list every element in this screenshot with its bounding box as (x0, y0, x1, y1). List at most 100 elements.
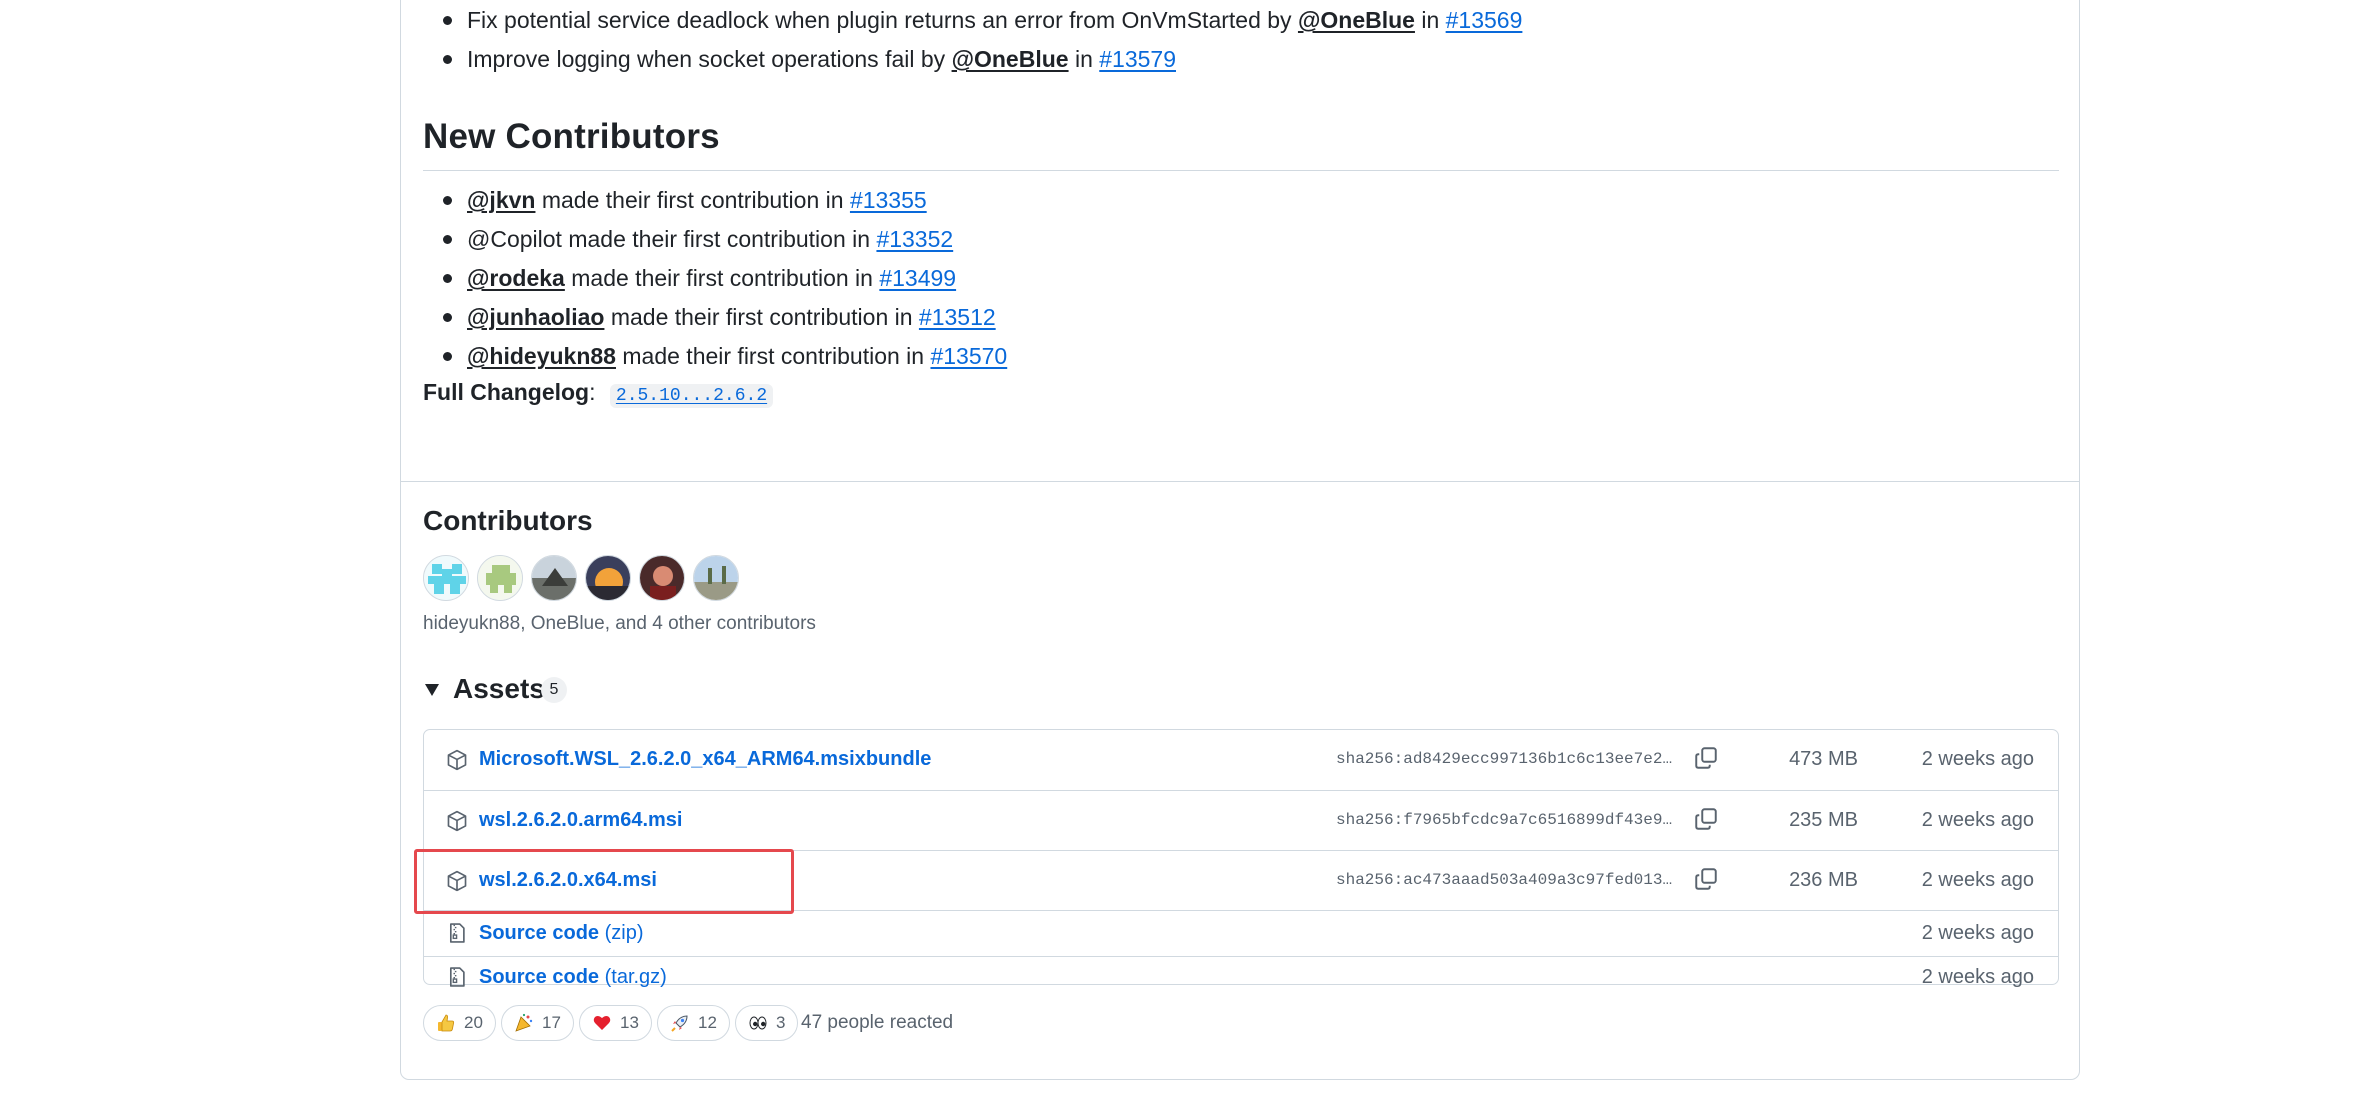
author-link[interactable]: @OneBlue (952, 46, 1069, 72)
asset-row: Source code (tar.gz) 2 weeks ago (424, 956, 2058, 989)
reaction-eyes[interactable]: 3 (735, 1005, 799, 1041)
list-item: @rodeka made their first contribution in… (423, 258, 956, 298)
author-link[interactable]: @hideyukn88 (467, 343, 616, 369)
asset-date: 2 weeks ago (1921, 922, 2034, 944)
author-link[interactable]: @junhaoliao (467, 304, 604, 330)
asset-name[interactable]: Microsoft.WSL_2.6.2.0_x64_ARM64.msixbund… (479, 748, 931, 770)
list-item: @Copilot made their first contribution i… (423, 219, 953, 259)
contributors-summary: hideyukn88, OneBlue, and 4 other contrib… (423, 613, 816, 634)
caret-down-icon[interactable] (425, 684, 439, 696)
changelog-label: Full Changelog (423, 379, 590, 405)
party-popper-icon (515, 1013, 533, 1032)
contribution-text: made their first contribution in (615, 343, 931, 369)
reaction-thumbs-up[interactable]: 20 (423, 1005, 496, 1041)
list-item: @hideyukn88 made their first contributio… (423, 336, 1007, 376)
asset-name[interactable]: Source code (479, 966, 599, 988)
contribution-text: made their first contribution in (564, 265, 880, 291)
heading-rule (423, 170, 2059, 171)
file-zip-icon (449, 967, 465, 987)
package-icon (447, 749, 467, 771)
file-zip-icon (449, 923, 465, 943)
list-item: @junhaoliao made their first contributio… (423, 297, 996, 337)
heart-icon (593, 1015, 611, 1030)
list-item: Fix potential service deadlock when plug… (423, 0, 1522, 40)
asset-suffix: (zip) (599, 922, 644, 944)
asset-row: Source code (zip) 2 weeks ago (424, 910, 2058, 956)
identicon-avatar (478, 556, 522, 600)
photo-avatar (640, 556, 684, 600)
assets-heading[interactable]: Assets (453, 673, 545, 705)
section-divider (401, 481, 2079, 482)
reaction-count: 17 (542, 1013, 561, 1032)
asset-name-link[interactable]: wsl.2.6.2.0.arm64.msi (479, 809, 682, 832)
asset-sha: sha256:ad8429ecc997136b1c6c13ee7e2b7… (1336, 750, 1676, 768)
pr-link[interactable]: #13512 (919, 304, 996, 330)
avatar[interactable] (531, 555, 577, 601)
reaction-count: 20 (464, 1013, 483, 1032)
change-text: Fix potential service deadlock when plug… (467, 7, 1298, 33)
bullet-dot (443, 352, 452, 361)
asset-name-link[interactable]: Source code (zip) (479, 922, 644, 945)
bullet-dot (443, 196, 452, 205)
reaction-heart[interactable]: 13 (579, 1005, 652, 1041)
asset-name[interactable]: wsl.2.6.2.0.x64.msi (479, 869, 657, 891)
bullet-dot (443, 274, 452, 283)
reactions-summary: 47 people reacted (801, 1012, 954, 1033)
avatar[interactable] (585, 555, 631, 601)
reaction-hooray[interactable]: 17 (501, 1005, 574, 1041)
thumbs-up-icon (438, 1014, 455, 1032)
asset-date: 2 weeks ago (1921, 809, 2034, 831)
bullet-dot (443, 235, 452, 244)
contributors-heading: Contributors (423, 505, 593, 536)
asset-date: 2 weeks ago (1921, 748, 2034, 770)
asset-name[interactable]: wsl.2.6.2.0.arm64.msi (479, 809, 682, 831)
assets-count-badge: 5 (541, 677, 567, 703)
asset-name-link[interactable]: wsl.2.6.2.0.x64.msi (479, 869, 657, 892)
changelog-compare-link[interactable]: 2.5.10...2.6.2 (609, 384, 774, 408)
pr-link[interactable]: #13499 (879, 265, 956, 291)
in-text: in (1068, 46, 1100, 72)
new-contributors-heading: New Contributors (423, 117, 720, 156)
author-link[interactable]: @jkvn (467, 187, 535, 213)
pr-link[interactable]: #13352 (876, 226, 953, 252)
copy-icon[interactable] (1694, 807, 1718, 831)
asset-row: wsl.2.6.2.0.arm64.msi sha256:f7965bfcdc9… (424, 790, 2058, 850)
list-item: @jkvn made their first contribution in #… (423, 180, 927, 220)
copy-icon[interactable] (1694, 867, 1718, 891)
photo-avatar (694, 556, 738, 600)
author-text: @Copilot (467, 226, 562, 252)
package-icon (447, 870, 467, 892)
copy-icon[interactable] (1694, 746, 1718, 770)
photo-avatar (532, 556, 576, 600)
author-link[interactable]: @OneBlue (1298, 7, 1415, 33)
full-changelog: Full Changelog: 2.5.10...2.6.2 (423, 379, 774, 408)
contribution-text: made their first contribution in (561, 226, 877, 252)
asset-sha: sha256:ac473aaad503a409a3c97fed013a0… (1336, 871, 1676, 889)
in-text: in (1414, 7, 1446, 33)
avatar[interactable] (423, 555, 469, 601)
pr-link[interactable]: #13570 (930, 343, 1007, 369)
contribution-text: made their first contribution in (604, 304, 919, 330)
change-text: Improve logging when socket operations f… (467, 46, 952, 72)
avatar[interactable] (639, 555, 685, 601)
author-link[interactable]: @rodeka (467, 265, 565, 291)
reaction-count: 12 (698, 1013, 717, 1032)
bullet-dot (443, 55, 452, 64)
package-icon (447, 810, 467, 832)
asset-name-link[interactable]: Source code (tar.gz) (479, 966, 667, 989)
identicon-avatar (424, 556, 468, 600)
asset-name-link[interactable]: Microsoft.WSL_2.6.2.0_x64_ARM64.msixbund… (479, 748, 931, 771)
asset-date: 2 weeks ago (1921, 869, 2034, 891)
pr-link[interactable]: #13579 (1099, 46, 1176, 72)
pr-link[interactable]: #13569 (1446, 7, 1523, 33)
asset-row: Microsoft.WSL_2.6.2.0_x64_ARM64.msixbund… (424, 730, 2058, 790)
asset-name[interactable]: Source code (479, 922, 599, 944)
pr-link[interactable]: #13355 (850, 187, 927, 213)
reaction-count: 13 (620, 1013, 639, 1032)
asset-size: 236 MB (1789, 869, 1858, 891)
reaction-rocket[interactable]: 12 (657, 1005, 730, 1041)
asset-size: 235 MB (1789, 809, 1858, 831)
asset-size: 473 MB (1789, 748, 1858, 770)
avatar[interactable] (693, 555, 739, 601)
avatar[interactable] (477, 555, 523, 601)
